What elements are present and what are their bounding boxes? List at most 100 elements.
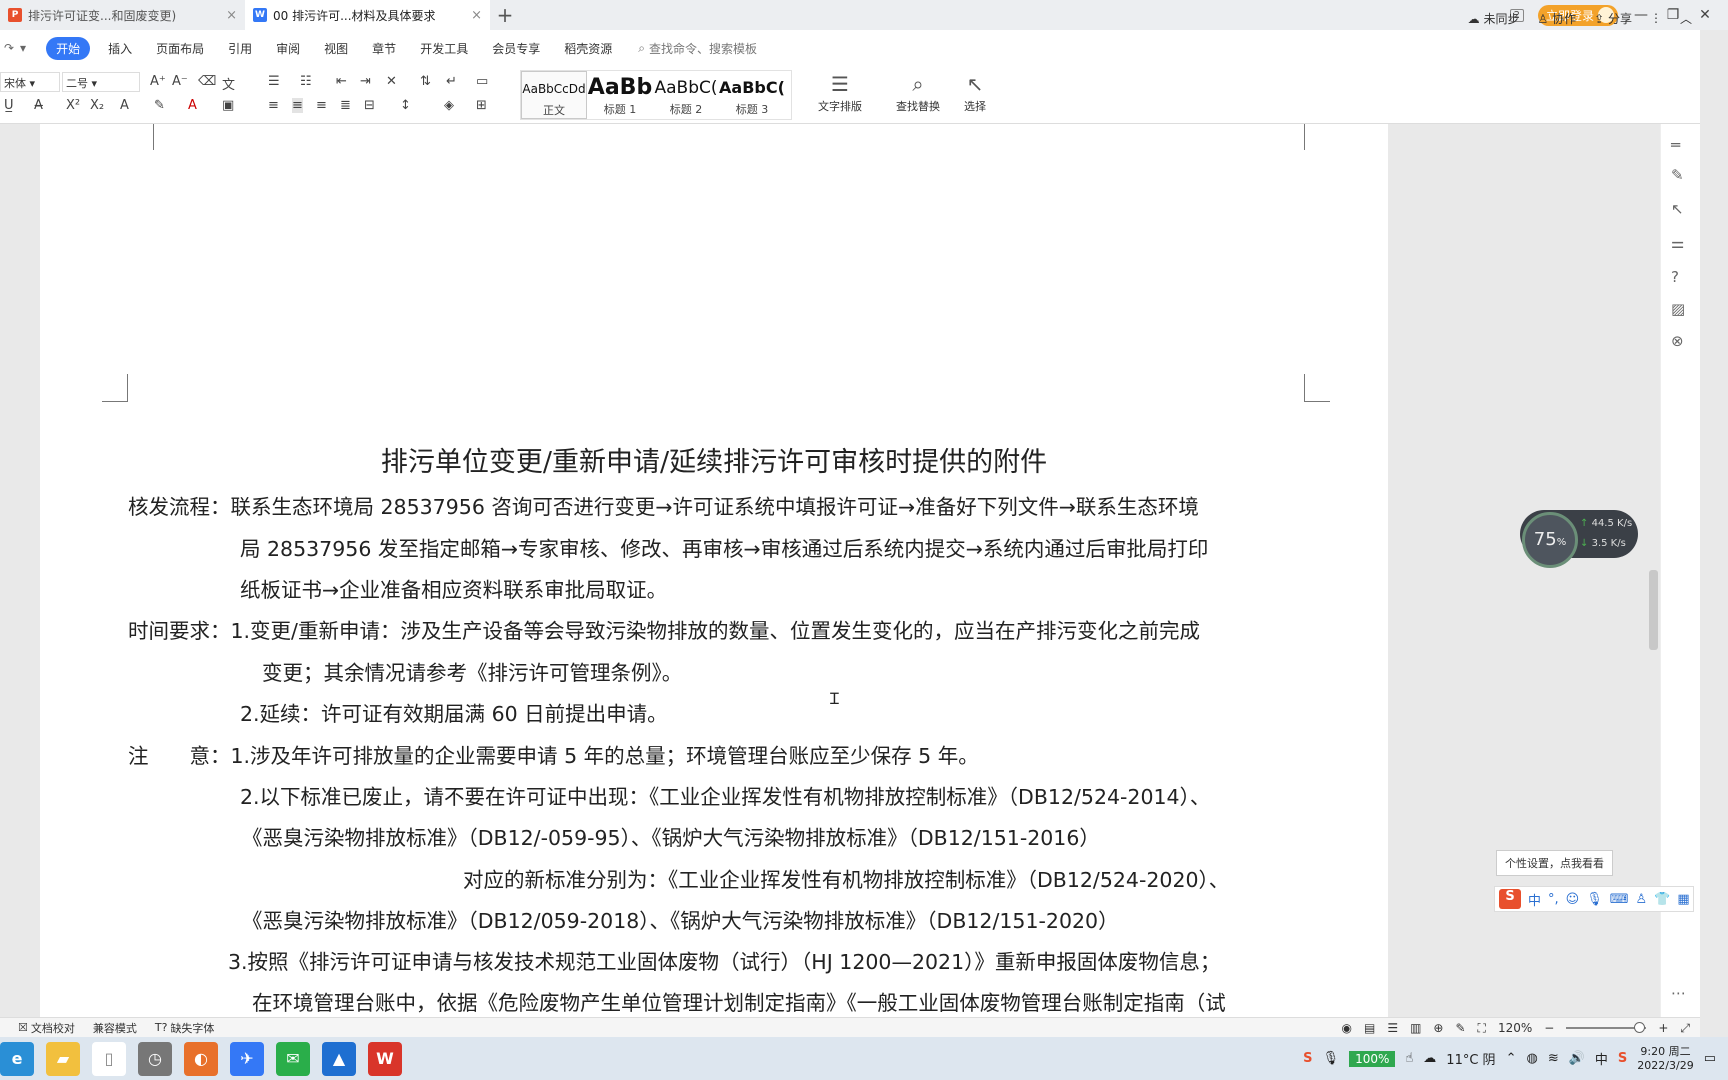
- pen-icon[interactable]: ✎: [1671, 166, 1684, 184]
- clock-app-icon[interactable]: ◷: [138, 1041, 172, 1076]
- sogou-tray-icon[interactable]: S: [1303, 1051, 1312, 1066]
- borders-icon[interactable]: ⊞: [476, 98, 487, 113]
- style-normal[interactable]: AaBbCcDd 正文: [521, 71, 587, 119]
- ime-mode[interactable]: 中: [1528, 890, 1541, 909]
- scrollbar-thumb[interactable]: [1649, 570, 1658, 650]
- emoji-icon[interactable]: ☺: [1566, 892, 1580, 907]
- zoom-in-icon[interactable]: +: [1658, 1021, 1668, 1035]
- font-shrink-icon[interactable]: A⁻: [172, 74, 188, 89]
- bullet-list-icon[interactable]: ☰: [268, 74, 280, 89]
- menu-review[interactable]: 审阅: [264, 40, 312, 57]
- sogou-tray-icon-2[interactable]: S: [1618, 1051, 1627, 1066]
- zoom-out-icon[interactable]: −: [1544, 1021, 1554, 1035]
- align-center-icon[interactable]: ≡: [292, 98, 303, 113]
- keyboard-icon[interactable]: ⌨: [1610, 892, 1629, 907]
- phonetic-icon[interactable]: 文: [222, 74, 235, 93]
- file-icon[interactable]: ▯: [92, 1041, 126, 1076]
- close-window-icon[interactable]: ✕: [1696, 7, 1714, 23]
- doc-tab-2[interactable]: W 00 排污许可...材料及具体要求 ×: [245, 0, 490, 30]
- outdent-icon[interactable]: ⇤: [336, 74, 347, 89]
- numbered-list-icon[interactable]: ☷: [300, 74, 312, 89]
- line-spacing-icon[interactable]: ↕: [400, 98, 411, 113]
- outline-view-icon[interactable]: ☰: [1387, 1021, 1398, 1035]
- document-page[interactable]: 排污单位变更/重新申请/延续排污许可审核时提供的附件 核发流程：联系生态环境局 …: [40, 270, 1388, 1017]
- menu-insert[interactable]: 插入: [96, 40, 144, 57]
- menu-page-layout[interactable]: 页面布局: [144, 40, 216, 57]
- sync-button[interactable]: ☁ 未同步: [1468, 10, 1520, 27]
- fullscreen-icon[interactable]: ⤢: [1680, 1021, 1690, 1036]
- align-right-icon[interactable]: ≡: [316, 98, 327, 113]
- sort-icon[interactable]: ⇅: [420, 74, 431, 89]
- feishu-icon[interactable]: ✈: [230, 1041, 264, 1076]
- collapse-ribbon-icon[interactable]: ︿: [1680, 10, 1692, 27]
- clock[interactable]: 9:20 周二 2022/3/29: [1637, 1045, 1693, 1073]
- close-icon[interactable]: ×: [471, 8, 482, 23]
- superscript-icon[interactable]: X²: [66, 98, 80, 113]
- edge-icon[interactable]: e: [0, 1041, 34, 1076]
- style-heading-3[interactable]: AaBbC( 标题 3: [719, 71, 785, 119]
- notification-icon[interactable]: ▭: [1704, 1051, 1716, 1066]
- network-speed-widget[interactable]: 75% ↑ 44.5 K/s ↓ 3.5 K/s: [1520, 510, 1638, 568]
- cursor-icon[interactable]: ↖: [1671, 200, 1684, 218]
- picture-viewer-icon[interactable]: ▲: [322, 1041, 356, 1076]
- share-button[interactable]: ⇪ 分享: [1594, 10, 1632, 27]
- compass-icon[interactable]: ⊗: [1671, 332, 1684, 350]
- show-marks-icon[interactable]: ↵: [446, 74, 457, 89]
- table-lines-icon[interactable]: ▭: [476, 74, 488, 89]
- page-view-icon[interactable]: ▤: [1364, 1021, 1375, 1035]
- more-icon[interactable]: ⋮: [1650, 11, 1662, 25]
- proofread-button[interactable]: ☒ 文档校对: [18, 1020, 75, 1036]
- char-border-icon[interactable]: ▣: [222, 98, 234, 113]
- read-view-icon[interactable]: ▥: [1410, 1021, 1421, 1035]
- wps-icon[interactable]: W: [368, 1041, 402, 1076]
- style-heading-2[interactable]: AaBbC( 标题 2: [653, 71, 719, 119]
- zoom-slider-knob[interactable]: [1634, 1022, 1646, 1033]
- sliders-icon[interactable]: ⚌: [1671, 234, 1684, 252]
- clear-format-icon[interactable]: ⌫: [198, 74, 216, 89]
- folder-icon[interactable]: ▰: [46, 1041, 80, 1076]
- zoom-slider[interactable]: [1566, 1022, 1647, 1033]
- eye-protect-icon[interactable]: ◉: [1341, 1021, 1351, 1035]
- more-dots-icon[interactable]: ⋯: [1671, 984, 1686, 1002]
- font-size-select[interactable]: 二号 ▾: [62, 72, 140, 92]
- command-search[interactable]: ⌕ 查找命令、搜索模板: [638, 40, 757, 57]
- ime-tray[interactable]: 中: [1595, 1049, 1608, 1068]
- menu-developer[interactable]: 开发工具: [408, 40, 480, 57]
- subscript-icon[interactable]: X₂: [90, 98, 104, 113]
- underline-icon[interactable]: U̲: [4, 98, 14, 113]
- collab-button[interactable]: ♙ 协作: [1537, 10, 1576, 27]
- touch-icon[interactable]: ☝: [1405, 1051, 1413, 1066]
- menu-member[interactable]: 会员专享: [480, 40, 552, 57]
- network-icon[interactable]: ◍: [1526, 1051, 1537, 1066]
- help-icon[interactable]: ?: [1671, 268, 1679, 286]
- new-tab-button[interactable]: +: [490, 3, 520, 27]
- wechat-icon[interactable]: ✉: [276, 1041, 310, 1076]
- menu-view[interactable]: 视图: [312, 40, 360, 57]
- distribute-icon[interactable]: ⊟: [364, 98, 375, 113]
- menu-lines-icon[interactable]: ═: [1671, 136, 1680, 154]
- align-left-icon[interactable]: ≡: [268, 98, 279, 113]
- zoom-level[interactable]: 120%: [1498, 1021, 1532, 1035]
- mic-tray-icon[interactable]: 🎙: [1323, 1051, 1340, 1066]
- menu-chapter[interactable]: 章节: [360, 40, 408, 57]
- find-replace-button[interactable]: ⌕ 查找替换: [888, 72, 948, 114]
- text-layout-button[interactable]: ☰ 文字排版: [810, 72, 870, 114]
- image-icon[interactable]: ▨: [1671, 300, 1685, 318]
- firefox-icon[interactable]: ◐: [184, 1041, 218, 1076]
- battery-indicator[interactable]: 100%: [1349, 1050, 1396, 1067]
- highlight-icon[interactable]: ✎: [154, 98, 165, 113]
- menu-home[interactable]: 开始: [46, 36, 91, 60]
- mic-icon[interactable]: 🎙: [1586, 892, 1603, 907]
- document-workspace[interactable]: 排污单位变更/重新申请/延续排污许可审核时提供的附件 核发流程：联系生态环境局 …: [0, 124, 1660, 1017]
- quick-access-icons[interactable]: ↷▾: [4, 41, 32, 55]
- menu-resources[interactable]: 稻壳资源: [552, 40, 624, 57]
- weather-text[interactable]: 11°C 阴: [1446, 1049, 1495, 1068]
- shading-icon[interactable]: ◈: [444, 98, 454, 113]
- user-icon[interactable]: ♙: [1636, 892, 1648, 907]
- justify-icon[interactable]: ≣: [340, 98, 351, 113]
- ime-punct[interactable]: °,: [1548, 892, 1559, 907]
- style-heading-1[interactable]: AaBb 标题 1: [587, 71, 653, 119]
- select-button[interactable]: ↖ 选择: [955, 72, 995, 114]
- volume-icon[interactable]: 🔊: [1569, 1051, 1585, 1066]
- vertical-scrollbar[interactable]: [1648, 136, 1660, 1002]
